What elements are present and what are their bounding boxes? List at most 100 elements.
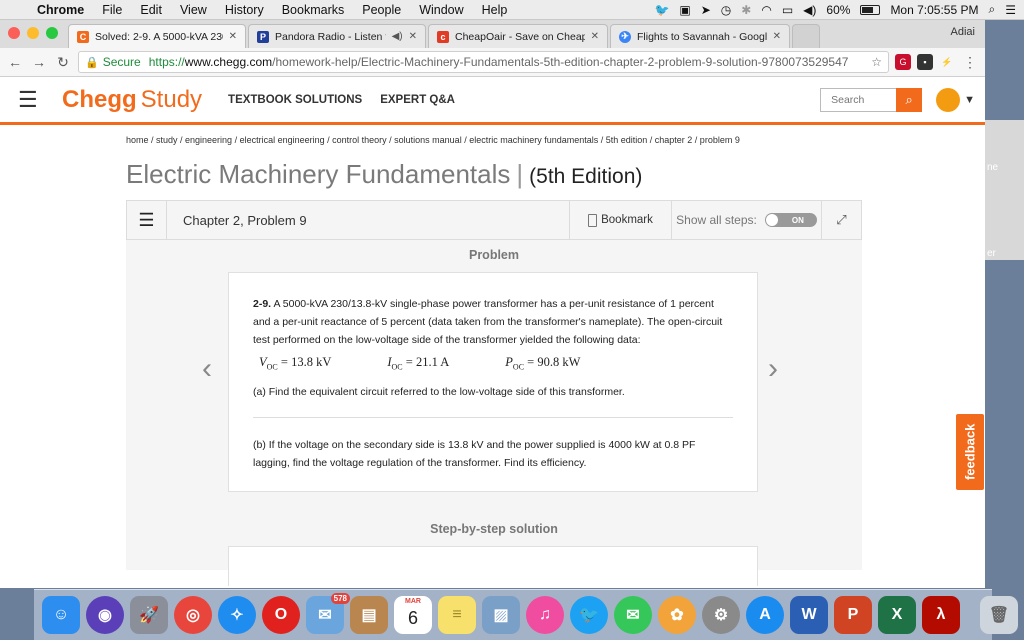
menu-people[interactable]: People — [353, 3, 410, 17]
breadcrumb[interactable]: home / study / engineering / electrical … — [126, 135, 985, 145]
nav-textbook-solutions[interactable]: TEXTBOOK SOLUTIONS — [228, 94, 362, 106]
menu-help[interactable]: Help — [473, 3, 517, 17]
title-divider: | — [516, 159, 524, 189]
book-title: Electric Machinery Fundamentals — [126, 159, 511, 189]
notes-icon[interactable]: ≡ — [438, 596, 476, 634]
search-icon[interactable]: ⌕ — [896, 87, 923, 112]
chrome-icon[interactable]: ◎ — [174, 596, 212, 634]
opera-icon[interactable]: O — [262, 596, 300, 634]
close-tab-icon[interactable]: ✕ — [773, 31, 781, 42]
battery-percent[interactable]: 60% — [826, 3, 850, 17]
time-machine-icon[interactable]: ◷ — [721, 3, 731, 17]
close-window-icon[interactable] — [8, 27, 20, 39]
battery-icon[interactable] — [860, 4, 881, 15]
menu-edit[interactable]: Edit — [131, 3, 171, 17]
bookmark-button[interactable]: Bookmark — [569, 201, 671, 239]
preview-icon[interactable]: ▨ — [482, 596, 520, 634]
close-tab-icon[interactable]: ✕ — [591, 31, 599, 42]
chevron-left-icon[interactable]: ‹ — [202, 352, 212, 386]
show-steps-toggle[interactable]: ON — [764, 213, 817, 227]
siri-icon[interactable]: ◉ — [86, 596, 124, 634]
search-box: ⌕ — [820, 87, 923, 112]
notification-center-icon[interactable]: ☰ — [1005, 3, 1016, 17]
messages-icon[interactable]: ✉ — [614, 596, 652, 634]
powerpoint-icon[interactable]: P — [834, 596, 872, 634]
bookmark-star-icon[interactable]: ☆ — [871, 55, 882, 69]
calendar-month: MAR — [405, 598, 421, 605]
chrome-menu-icon[interactable]: ⋮ — [961, 54, 979, 71]
menu-history[interactable]: History — [216, 3, 273, 17]
formula-voc: VOC = 13.8 kV — [259, 355, 332, 372]
twitter-status-icon[interactable]: 🐦 — [654, 3, 669, 17]
safari-icon[interactable]: ✧ — [218, 596, 256, 634]
app-store-icon[interactable]: A — [746, 596, 784, 634]
chrome-window: C Solved: 2-9. A 5000-kVA 230 ✕ P Pandor… — [0, 20, 985, 588]
wifi-icon[interactable]: ◠ — [761, 3, 771, 17]
tab-pandora[interactable]: P Pandora Radio - Listen to F ◀) ✕ — [248, 24, 426, 48]
airplay-icon[interactable]: ▭ — [782, 3, 793, 17]
pandora-favicon-icon: P — [257, 30, 269, 43]
feedback-button[interactable]: feedback — [956, 414, 984, 490]
main-content: home / study / engineering / electrical … — [0, 135, 985, 586]
background-window[interactable]: ne er — [985, 120, 1024, 260]
bluetooth-icon[interactable]: ✱ — [741, 3, 751, 17]
location-icon[interactable]: ➤ — [701, 3, 711, 17]
mail-icon[interactable]: ✉ 578 — [306, 593, 350, 634]
volume-icon[interactable]: ◀) — [803, 3, 816, 17]
tab-google-flights[interactable]: ✈ Flights to Savannah - Google F ✕ — [610, 24, 790, 48]
menu-window[interactable]: Window — [410, 3, 472, 17]
stats-icon[interactable]: ▣ — [679, 3, 690, 17]
system-preferences-icon[interactable]: ⚙ — [702, 596, 740, 634]
chapter-dropdown[interactable]: Chapter 2, Problem 9 — [167, 201, 569, 239]
nav-expert-qa[interactable]: EXPERT Q&A — [380, 94, 455, 106]
close-tab-icon[interactable]: ✕ — [229, 31, 237, 42]
menu-view[interactable]: View — [171, 3, 216, 17]
launchpad-icon[interactable]: 🚀 — [130, 596, 168, 634]
extension-icon[interactable]: G — [895, 54, 911, 70]
avatar[interactable] — [936, 87, 961, 112]
chevron-right-icon[interactable]: › — [768, 352, 778, 386]
expand-icon[interactable]: ⤢ — [821, 201, 861, 239]
chevron-down-icon[interactable]: ▼ — [964, 94, 975, 106]
profile-name[interactable]: Adiai — [951, 26, 975, 38]
search-input[interactable] — [820, 87, 897, 112]
list-icon[interactable]: ☰ — [127, 201, 167, 239]
logo-study: Study — [140, 85, 203, 113]
forward-arrow-icon[interactable]: → — [30, 54, 48, 70]
spotlight-icon[interactable]: ⌕ — [989, 2, 996, 17]
menu-app-name[interactable]: Chrome — [28, 3, 93, 17]
address-bar[interactable]: 🔒 Secure https://www.chegg.com/homework-… — [78, 51, 889, 73]
photos-icon[interactable]: ✿ — [658, 596, 696, 634]
finder-icon[interactable]: ☺ — [42, 596, 80, 634]
close-tab-icon[interactable]: ✕ — [409, 31, 417, 42]
acrobat-icon[interactable]: λ — [922, 596, 960, 634]
itunes-icon[interactable]: ♫ — [526, 596, 564, 634]
minimize-window-icon[interactable] — [27, 27, 39, 39]
hamburger-menu-icon[interactable]: ☰ — [18, 87, 48, 113]
trash-icon[interactable]: 🗑 — [980, 596, 1018, 634]
extension-icon[interactable]: ⚡ — [939, 54, 955, 70]
lock-icon[interactable]: 🔒 — [85, 56, 99, 69]
google-flights-favicon-icon: ✈ — [619, 30, 631, 43]
url-path: /homework-help/Electric-Machinery-Fundam… — [272, 55, 849, 69]
divider — [253, 416, 733, 418]
calendar-icon[interactable]: MAR 6 — [394, 596, 432, 634]
extension-icon[interactable]: ▪ — [917, 54, 933, 70]
back-arrow-icon[interactable]: ← — [6, 54, 24, 70]
macos-menubar: Chrome File Edit View History Bookmarks … — [0, 0, 1024, 20]
tab-chegg[interactable]: C Solved: 2-9. A 5000-kVA 230 ✕ — [68, 24, 246, 48]
contacts-icon[interactable]: ▤ — [350, 596, 388, 634]
menu-file[interactable]: File — [93, 3, 131, 17]
menu-bookmarks[interactable]: Bookmarks — [273, 3, 354, 17]
audio-playing-icon[interactable]: ◀) — [392, 31, 403, 42]
bookmark-icon — [588, 213, 598, 227]
twitter-icon[interactable]: 🐦 — [570, 596, 608, 634]
chegg-study-logo[interactable]: Chegg Study — [62, 86, 202, 114]
reload-icon[interactable]: ↻ — [54, 54, 72, 71]
word-icon[interactable]: W — [790, 596, 828, 634]
zoom-window-icon[interactable] — [46, 27, 58, 39]
clock[interactable]: Mon 7:05:55 PM — [890, 3, 978, 17]
excel-icon[interactable]: X — [878, 596, 916, 634]
new-tab-button[interactable] — [792, 24, 820, 48]
tab-cheapoair[interactable]: c CheapOair - Save on Cheap Fl ✕ — [428, 24, 608, 48]
